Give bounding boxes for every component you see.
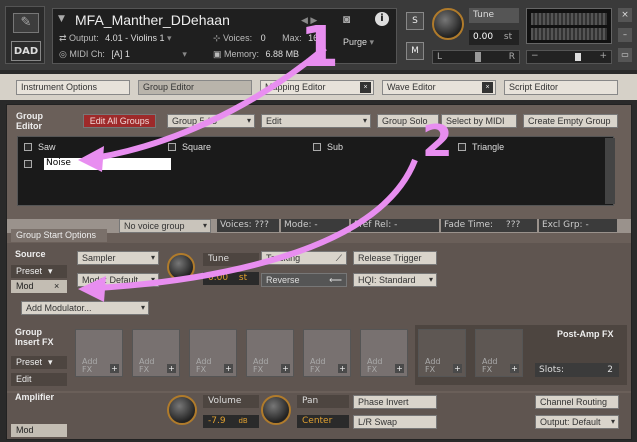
annotation-number-one: 1 — [300, 15, 339, 80]
annotation-arrowhead-2 — [78, 276, 106, 302]
annotation-arrow-1 — [94, 45, 327, 161]
annotation-number-two: 2 — [422, 116, 453, 167]
annotation-arrowhead-1 — [78, 146, 104, 172]
annotation-arrow-2 — [97, 158, 418, 291]
